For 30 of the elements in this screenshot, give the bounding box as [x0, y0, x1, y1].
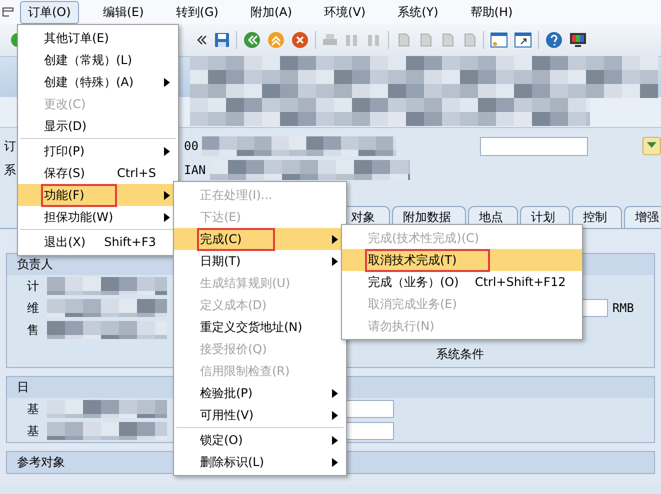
- menu-item[interactable]: 打印(P): [18, 140, 178, 162]
- menu-item[interactable]: 取消技术完成(T): [342, 249, 582, 271]
- menu-bar-item[interactable]: 转到(G): [168, 0, 226, 24]
- menu-item[interactable]: 可用性(V): [174, 404, 346, 426]
- menu-item[interactable]: 保存(S) Ctrl+S: [18, 162, 178, 184]
- field-label: 系: [4, 162, 16, 178]
- field-label: 基: [27, 422, 40, 440]
- menu-bar-item[interactable]: 系统(Y): [390, 0, 446, 24]
- menu-item[interactable]: 创建（常规）(L): [18, 49, 178, 71]
- field-label: 基: [27, 400, 40, 418]
- tab[interactable]: 控制: [572, 206, 622, 228]
- menu-item[interactable]: 锁定(O): [174, 429, 346, 451]
- field-label: 订: [4, 138, 16, 154]
- menu-item[interactable]: 创建（特殊）(A): [18, 71, 178, 93]
- field-label: 售: [27, 322, 40, 338]
- menu-bar-item[interactable]: 环境(V): [316, 0, 374, 24]
- menu-item[interactable]: 其他订单(E): [18, 27, 178, 49]
- field-label: 维: [27, 300, 40, 316]
- tab[interactable]: 增强: [624, 206, 661, 228]
- menu-item[interactable]: 删除标识(L): [174, 451, 346, 473]
- menu-bar-item[interactable]: 附加(A): [242, 0, 300, 24]
- currency-label: RMB: [612, 301, 634, 315]
- menu-item[interactable]: 显示(D): [18, 115, 178, 137]
- field-label: 计: [27, 278, 40, 294]
- menu-bar-item[interactable]: 订单(O): [20, 0, 79, 24]
- menu-bar-item[interactable]: 编辑(E): [94, 0, 152, 24]
- field-value: 00: [184, 139, 198, 153]
- field-label: 系统条件: [436, 346, 484, 362]
- field-value: IAN: [184, 163, 206, 177]
- menu-bar-item[interactable]: 帮助(H): [462, 0, 521, 24]
